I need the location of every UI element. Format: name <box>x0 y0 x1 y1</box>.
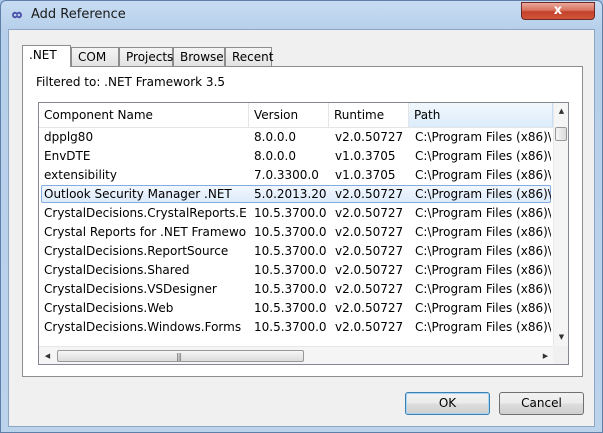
cancel-button[interactable]: Cancel <box>499 392 584 415</box>
cell-runtime: v2.0.50727 <box>335 206 404 220</box>
window-title: Add Reference <box>31 7 126 22</box>
cell-runtime: v2.0.50727 <box>335 301 404 315</box>
table-row[interactable]: EnvDTE 8.0.0.0 v1.0.3705 C:\Program Files (… <box>39 147 553 166</box>
close-button[interactable]: x <box>521 2 595 20</box>
cell-version: 10.5.3700.0 <box>254 263 326 277</box>
list-header: Component Name Version Runtime Path <box>39 103 553 128</box>
cell-path: C:\Program Files (x86)\Bus <box>415 206 551 220</box>
tab-label: .NET <box>29 48 57 62</box>
cell-version: 10.5.3700.0 <box>254 320 326 334</box>
vertical-scrollbar[interactable]: ▲ ▼ <box>553 103 568 346</box>
vertical-scroll-thumb[interactable] <box>555 127 567 141</box>
cell-component-name: CrystalDecisions.ReportSource <box>44 244 229 258</box>
cell-component-name: CrystalDecisions.Shared <box>44 263 190 277</box>
scroll-up-icon[interactable]: ▲ <box>554 107 568 115</box>
table-row[interactable]: CrystalDecisions.ReportSource 10.5.3700.0… <box>39 242 553 261</box>
cell-runtime: v2.0.50727 <box>335 320 404 334</box>
cell-path: C:\Program Files (x86)\Bus <box>415 225 551 239</box>
scroll-left-icon[interactable]: ◀ <box>40 352 55 360</box>
tab-label: Projects <box>126 50 174 64</box>
dialog-body: .NET COM Projects Browse Recent Filtered… <box>8 29 595 427</box>
tab-label: Recent <box>232 50 274 64</box>
table-row[interactable]: extensibility 7.0.3300.0 v1.0.3705 C:\Progr… <box>39 166 553 185</box>
tab-com[interactable]: COM <box>71 47 119 66</box>
tab-browse[interactable]: Browse <box>173 47 225 66</box>
column-header-component-name[interactable]: Component Name <box>39 103 249 127</box>
cell-runtime: v1.0.3705 <box>335 149 396 163</box>
scroll-down-icon[interactable]: ▼ <box>554 333 568 341</box>
cell-runtime: v2.0.50727 <box>335 263 404 277</box>
table-row[interactable]: Crystal Reports for .NET Framework ... 10… <box>39 223 553 242</box>
ok-button[interactable]: OK <box>405 392 490 415</box>
cell-runtime: v2.0.50727 <box>335 244 404 258</box>
cell-runtime: v2.0.50727 <box>335 130 404 144</box>
cell-version: 8.0.0.0 <box>254 149 296 163</box>
table-row[interactable]: CrystalDecisions.Windows.Forms 10.5.3700.… <box>39 318 553 337</box>
tab-label: COM <box>78 50 107 64</box>
cell-version: 8.0.0.0 <box>254 130 296 144</box>
cell-component-name: CrystalDecisions.VSDesigner <box>44 282 217 296</box>
table-row[interactable]: Outlook Security Manager .NET 5.0.2013.20… <box>39 185 553 204</box>
cell-component-name: CrystalDecisions.Windows.Forms <box>44 320 242 334</box>
cell-version: 5.0.2013.20... <box>254 187 326 201</box>
cell-version: 10.5.3700.0 <box>254 282 326 296</box>
cell-path: C:\Program Files (x86)\Bus <box>415 263 551 277</box>
tab-net[interactable]: .NET <box>22 45 71 67</box>
tab-label: Browse <box>180 50 224 64</box>
cell-runtime: v1.0.3705 <box>335 168 396 182</box>
cell-path: C:\Program Files (x86)\Ad <box>415 149 551 163</box>
cell-component-name: dpplg80 <box>44 130 94 144</box>
column-header-runtime[interactable]: Runtime <box>329 103 409 127</box>
tab-recent[interactable]: Recent <box>225 47 274 66</box>
table-row[interactable]: CrystalDecisions.CrystalReports.Engi... 1… <box>39 204 553 223</box>
net-tab-panel: Filtered to: .NET Framework 3.5 Componen… <box>22 66 583 377</box>
scroll-right-icon[interactable]: ▶ <box>538 352 553 360</box>
cell-component-name: CrystalDecisions.Web <box>44 301 174 315</box>
cell-path: C:\Program Files (x86)\Ad <box>415 187 551 201</box>
cell-component-name: extensibility <box>44 168 117 182</box>
component-list[interactable]: Component Name Version Runtime Path dppl… <box>38 102 569 365</box>
cell-version: 10.5.3700.0 <box>254 244 326 258</box>
table-row[interactable]: CrystalDecisions.VSDesigner 10.5.3700.0 v2… <box>39 280 553 299</box>
add-reference-dialog: Add Reference x .NET COM Projects Browse… <box>0 0 603 433</box>
table-row[interactable]: dpplg80 8.0.0.0 v2.0.50727 C:\Program Files… <box>39 128 553 147</box>
column-header-path[interactable]: Path <box>409 103 553 127</box>
cell-component-name: Crystal Reports for .NET Framework ... <box>44 225 247 239</box>
cell-path: C:\Program Files (x86)\Ad <box>415 168 551 182</box>
cell-runtime: v2.0.50727 <box>335 225 404 239</box>
cell-path: C:\Program Files (x86)\Ad <box>415 130 551 144</box>
list-rows: dpplg80 8.0.0.0 v2.0.50727 C:\Program Files… <box>39 128 553 346</box>
cell-component-name: EnvDTE <box>44 149 91 163</box>
cell-version: 10.5.3700.0 <box>254 225 326 239</box>
cell-path: C:\Program Files (x86)\Bus <box>415 320 551 334</box>
tab-projects[interactable]: Projects <box>119 47 173 66</box>
title-bar: Add Reference x <box>1 1 602 29</box>
cell-version: 7.0.3300.0 <box>254 168 319 182</box>
cell-path: C:\Program Files (x86)\Bus <box>415 301 551 315</box>
cell-version: 10.5.3700.0 <box>254 301 326 315</box>
cell-path: C:\Program Files (x86)\Bus <box>415 282 551 296</box>
cell-version: 10.5.3700.0 <box>254 206 326 220</box>
close-icon: x <box>553 3 563 18</box>
cell-path: C:\Program Files (x86)\Bus <box>415 244 551 258</box>
cell-component-name: Outlook Security Manager .NET <box>44 187 232 201</box>
table-row[interactable]: CrystalDecisions.Web 10.5.3700.0 v2.0.5072… <box>39 299 553 318</box>
column-header-version[interactable]: Version <box>249 103 329 127</box>
cell-runtime: v2.0.50727 <box>335 187 404 201</box>
infinity-icon <box>12 11 22 19</box>
scrollbar-corner <box>553 346 568 364</box>
horizontal-scrollbar[interactable]: ◀ ||| ▶ <box>39 346 553 364</box>
filter-label: Filtered to: .NET Framework 3.5 <box>36 75 226 89</box>
scroll-grip-icon: ||| <box>176 352 182 361</box>
cell-component-name: CrystalDecisions.CrystalReports.Engi... <box>44 206 247 220</box>
table-row[interactable]: CrystalDecisions.Shared 10.5.3700.0 v2.0.5… <box>39 261 553 280</box>
cell-runtime: v2.0.50727 <box>335 282 404 296</box>
horizontal-scroll-thumb[interactable]: ||| <box>57 350 304 362</box>
